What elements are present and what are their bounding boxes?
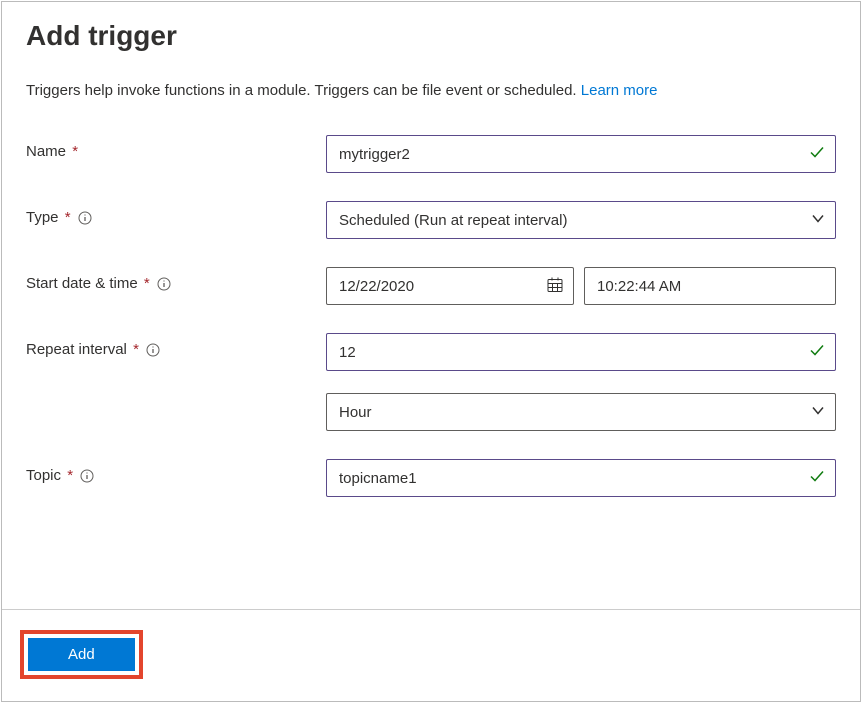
required-asterisk: * [67, 467, 73, 484]
type-select-value: Scheduled (Run at repeat interval) [339, 212, 567, 229]
required-asterisk: * [144, 275, 150, 292]
close-button[interactable] [824, 24, 836, 51]
row-start-datetime: Start date & time * [26, 267, 836, 305]
field-name [326, 135, 836, 173]
label-topic: Topic * [26, 459, 326, 484]
learn-more-link[interactable]: Learn more [581, 82, 658, 99]
panel-title: Add trigger [26, 20, 177, 52]
type-select[interactable]: Scheduled (Run at repeat interval) [326, 201, 836, 239]
add-trigger-panel: Add trigger Triggers help invoke functio… [1, 1, 861, 702]
label-start-datetime: Start date & time * [26, 267, 326, 292]
label-type: Type * [26, 201, 326, 226]
description-label: Triggers help invoke functions in a modu… [26, 82, 581, 99]
field-repeat-interval [326, 333, 836, 371]
field-start-datetime [326, 267, 836, 305]
row-repeat-interval: Repeat interval * [26, 333, 836, 371]
repeat-unit-select-value: Hour [339, 404, 372, 421]
start-datetime-label-text: Start date & time [26, 275, 138, 292]
field-topic [326, 459, 836, 497]
info-icon[interactable] [157, 277, 171, 291]
required-asterisk: * [72, 143, 78, 160]
required-asterisk: * [133, 341, 139, 358]
panel-header: Add trigger [2, 2, 860, 60]
description-text: Triggers help invoke functions in a modu… [26, 82, 836, 99]
add-button[interactable]: Add [28, 638, 135, 671]
row-repeat-unit: Hour [26, 393, 836, 431]
repeat-unit-select[interactable]: Hour [326, 393, 836, 431]
repeat-interval-input[interactable] [326, 333, 836, 371]
repeat-interval-label-text: Repeat interval [26, 341, 127, 358]
add-button-highlight: Add [20, 630, 143, 679]
field-repeat-unit: Hour [326, 393, 836, 431]
type-label-text: Type [26, 209, 59, 226]
label-repeat-unit [26, 393, 326, 401]
topic-input[interactable] [326, 459, 836, 497]
label-name: Name * [26, 135, 326, 160]
panel-footer: Add [2, 609, 860, 701]
info-icon[interactable] [78, 211, 92, 225]
field-type: Scheduled (Run at repeat interval) [326, 201, 836, 239]
info-icon[interactable] [80, 469, 94, 483]
row-topic: Topic * [26, 459, 836, 497]
required-asterisk: * [65, 209, 71, 226]
start-date-input[interactable] [326, 267, 574, 305]
row-name: Name * [26, 135, 836, 173]
label-repeat-interval: Repeat interval * [26, 333, 326, 358]
start-time-input[interactable] [584, 267, 836, 305]
row-type: Type * Scheduled (Run at repeat interval… [26, 201, 836, 239]
panel-body: Triggers help invoke functions in a modu… [2, 60, 860, 609]
info-icon[interactable] [146, 343, 160, 357]
name-label-text: Name [26, 143, 66, 160]
topic-label-text: Topic [26, 467, 61, 484]
name-input[interactable] [326, 135, 836, 173]
